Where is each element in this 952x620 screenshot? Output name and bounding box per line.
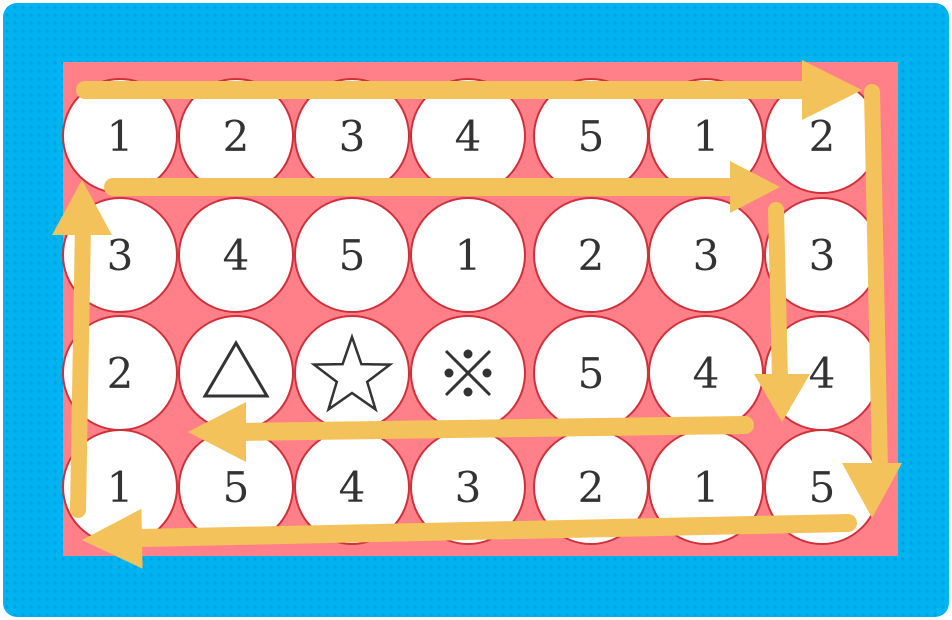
cell-number: 4 — [809, 349, 836, 398]
cell-number: 2 — [578, 463, 605, 512]
reference-mark-icon — [444, 349, 492, 397]
grid-cell: 3 — [648, 197, 764, 313]
grid-cell: 5 — [533, 315, 649, 431]
arrow-segment — [768, 202, 788, 388]
grid-cell: 4 — [648, 315, 764, 431]
cell-grid: 1 2 3 4 5 1 2 3 4 5 1 2 3 3 2 5 4 4 1 5 4 3 2 1 5 — [62, 78, 880, 545]
arrow-segment — [864, 84, 888, 478]
cell-number: 4 — [455, 112, 482, 161]
grid-cell: 1 — [410, 197, 526, 313]
cell-number: 1 — [107, 463, 134, 512]
cell-number: 4 — [693, 349, 720, 398]
grid-cell — [410, 315, 526, 431]
cell-number: 2 — [223, 112, 250, 161]
arrow-segment — [70, 217, 91, 518]
grid-cell: 2 — [533, 197, 649, 313]
cell-number: 5 — [578, 112, 605, 161]
cell-number: 1 — [693, 463, 720, 512]
cell-number: 1 — [693, 112, 720, 161]
cell-number: 1 — [107, 112, 134, 161]
grid-cell — [294, 315, 410, 431]
number-grid-diagram: 1 2 3 4 5 1 2 3 4 5 1 2 3 3 2 5 4 4 1 5 4 3 2 1 5 — [52, 60, 902, 569]
cell-number: 5 — [578, 349, 605, 398]
grid-cell: 5 — [294, 197, 410, 313]
cell-number: 2 — [809, 112, 836, 161]
cell-number: 1 — [455, 231, 482, 280]
cell-number: 2 — [578, 231, 605, 280]
cell-number: 2 — [107, 349, 134, 398]
cell-number: 3 — [455, 463, 482, 512]
cell-number: 3 — [339, 112, 366, 161]
puzzle-stage: 1 2 3 4 5 1 2 3 4 5 1 2 3 3 2 5 4 4 1 5 4 3 2 1 5 — [0, 0, 952, 620]
cell-number: 4 — [223, 231, 250, 280]
cell-number: 3 — [107, 231, 134, 280]
cell-number: 3 — [693, 231, 720, 280]
arrow-segment — [231, 416, 754, 441]
grid-cell: 4 — [178, 197, 294, 313]
cell-number: 4 — [339, 463, 366, 512]
cell-circle — [294, 315, 410, 431]
cell-number: 3 — [809, 231, 836, 280]
cell-number: 5 — [809, 463, 836, 512]
cell-number: 5 — [339, 231, 366, 280]
cell-number: 5 — [223, 463, 250, 512]
